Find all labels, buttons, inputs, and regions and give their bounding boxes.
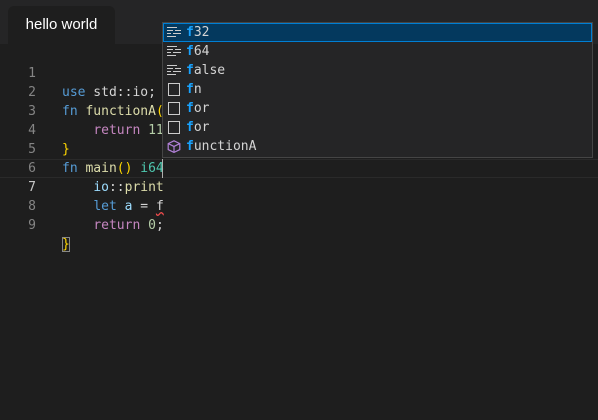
line-number: 9 (28, 218, 36, 233)
keyword-icon (167, 26, 181, 39)
function-icon (167, 140, 181, 154)
suggestion-label: 64 (193, 44, 210, 59)
suggestion-label: n (193, 82, 202, 97)
current-line: 7 let a = f (0, 159, 598, 214)
keyword-icon (167, 45, 181, 58)
suggestion-label: or (193, 120, 210, 135)
suggestion-label: alse (193, 63, 226, 78)
number-literal: 0 (140, 218, 156, 233)
suggestion-label: 32 (193, 25, 210, 40)
suggestion-label: or (193, 101, 210, 116)
keyword: return (93, 218, 141, 233)
suggestion-item[interactable]: f32 (163, 23, 592, 42)
snippet-icon (167, 121, 181, 134)
text-cursor (162, 159, 163, 178)
suggestion-item[interactable]: fn (163, 80, 592, 99)
suggestion-item[interactable]: functionA (163, 137, 592, 156)
keyword-icon (167, 64, 181, 77)
code-line: 8 return 0; (0, 178, 598, 233)
snippet-icon (167, 83, 181, 96)
tab-hello-world[interactable]: hello world (8, 6, 115, 44)
autocomplete-suggest-widget: f32 f64 false fn for for functionA (162, 22, 593, 158)
suggestion-item[interactable]: for (163, 99, 592, 118)
suggestion-item[interactable]: for (163, 118, 592, 137)
suggestion-item[interactable]: false (163, 61, 592, 80)
suggestion-label: unctionA (193, 139, 257, 154)
code-line: 9 } (0, 197, 598, 252)
suggestion-item[interactable]: f64 (163, 42, 592, 61)
matched-brace: } (62, 237, 70, 252)
snippet-icon (167, 102, 181, 115)
